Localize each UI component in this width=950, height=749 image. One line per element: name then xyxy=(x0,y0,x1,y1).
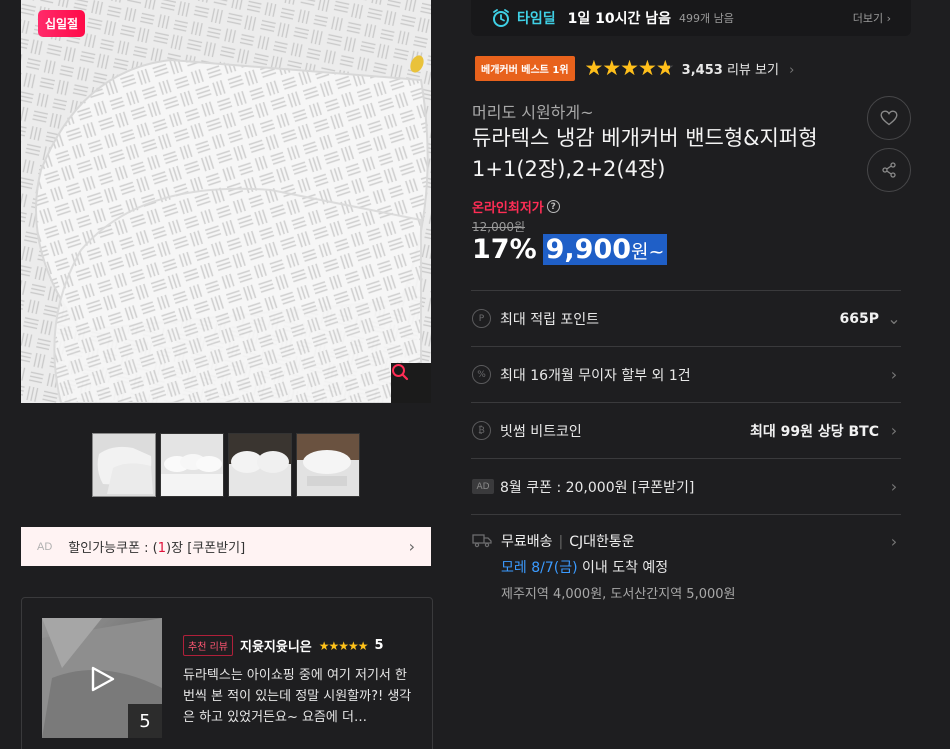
review-link[interactable]: 3,453 리뷰 보기 › xyxy=(682,59,795,78)
review-count: 3,453 xyxy=(681,63,723,78)
pillow-illustration xyxy=(21,0,431,403)
thumbnail-image xyxy=(161,434,223,496)
online-lowest-price-label: 온라인최저가 ? xyxy=(472,197,560,216)
sale-price: 9,900 xyxy=(545,234,632,265)
share-icon xyxy=(882,162,896,178)
percent-icon: % xyxy=(472,365,491,384)
thumbnail-image xyxy=(297,434,359,496)
thumbnail-4[interactable] xyxy=(296,433,360,497)
thumbnail-1[interactable] xyxy=(92,433,156,497)
review-link-label: 리뷰 보기 xyxy=(726,63,779,78)
installment-label: 최대 16개월 무이자 할부 외 1건 xyxy=(500,367,691,384)
chevron-right-icon: › xyxy=(890,477,898,496)
timedeal-more-link[interactable]: 더보기 › xyxy=(853,10,891,26)
shipping-row[interactable]: 무료배송 | CJ대한통운 모레 8/7(금) 이내 도착 예정 제주지역 4,00… xyxy=(471,514,901,604)
featured-review-card[interactable]: 5 추천 리뷰 지윳지윳니은 ★★★★★ 5 듀라텍스는 아이쇼핑 중에 여기 … xyxy=(21,597,433,749)
bitcoin-label: 빗썸 비트코인 xyxy=(500,423,582,440)
price-row: 17% 9,900 원~ xyxy=(472,234,668,265)
review-header: 추천 리뷰 지윳지윳니은 ★★★★★ 5 xyxy=(183,635,384,656)
chevron-right-icon: › xyxy=(890,532,898,551)
zoom-button[interactable] xyxy=(391,363,431,403)
price-unit: 원~ xyxy=(631,241,665,263)
alarm-clock-icon xyxy=(493,9,509,27)
truck-icon xyxy=(472,534,492,548)
sale-price-highlight: 9,900 원~ xyxy=(542,234,668,265)
thumbnail-3[interactable] xyxy=(228,433,292,497)
rating-stars: ★★★★★ ★★★★★ xyxy=(584,56,675,80)
chevron-right-icon: › xyxy=(789,63,795,78)
installment-row[interactable]: % 최대 16개월 무이자 할부 외 1건 › xyxy=(471,346,901,402)
max-points-row[interactable]: P 최대 적립 포인트 665P ⌄ xyxy=(471,290,901,346)
eleventh-day-badge: 십일절 xyxy=(38,10,85,37)
timedeal-remaining-time: 1일 10시간 남음 xyxy=(567,11,672,27)
bitcoin-row[interactable]: ₿ 빗썸 비트코인 최대 99원 상당 BTC › xyxy=(471,402,901,458)
thumbnail-image xyxy=(93,434,155,496)
shipping-details: 무료배송 | CJ대한통운 모레 8/7(금) 이내 도착 예정 제주지역 4,00… xyxy=(501,531,735,602)
benefit-info-list: P 최대 적립 포인트 665P ⌄ % 최대 16개월 무이자 할부 외 1건… xyxy=(471,290,901,604)
chevron-right-icon: › xyxy=(408,537,415,556)
timedeal-bar: 타임딜 1일 10시간 남음 499개 남음 더보기 › xyxy=(471,0,911,36)
wishlist-button[interactable] xyxy=(867,96,911,140)
thumbnail-image xyxy=(229,434,291,496)
bitcoin-icon: ₿ xyxy=(472,421,491,440)
review-score: 5 xyxy=(374,638,384,653)
coupon-text: 할인가능쿠폰 : (1)장 [쿠폰받기] xyxy=(68,541,246,556)
review-video-thumbnail[interactable]: 5 xyxy=(42,618,162,738)
recommended-review-tag: 추천 리뷰 xyxy=(183,635,233,656)
original-price: 12,000원 xyxy=(472,220,526,234)
shipping-method: 무료배송 | CJ대한통운 xyxy=(501,534,635,550)
monthly-coupon-row[interactable]: AD 8월 쿠폰 : 20,000원 [쿠폰받기] › xyxy=(471,458,901,514)
product-subtitle: 머리도 시원하게~ xyxy=(472,103,594,122)
point-icon: P xyxy=(472,309,491,328)
chevron-right-icon: › xyxy=(890,365,898,384)
review-text: 듀라텍스는 아이쇼핑 중에 여기 저기서 한번씩 본 적이 있는데 정말 시원할… xyxy=(183,668,412,725)
play-icon xyxy=(91,666,115,692)
product-title: 듀라텍스 냉감 베개커버 밴드형&지퍼형 1+1(2장),2+2(4장) xyxy=(472,126,818,181)
monthly-coupon-label: 8월 쿠폰 : 20,000원 [쿠폰받기] xyxy=(500,479,695,496)
timedeal-label: 타임딜 xyxy=(517,11,556,27)
heart-icon xyxy=(880,110,898,126)
share-button[interactable] xyxy=(867,148,911,192)
discount-rate: 17% xyxy=(472,234,537,265)
ad-label: AD xyxy=(37,540,53,553)
rank-rating-row: 베개커버 베스트 1위 ★★★★★ ★★★★★ 3,453 리뷰 보기 › xyxy=(475,56,794,81)
best-rank-badge[interactable]: 베개커버 베스트 1위 xyxy=(475,56,575,81)
ad-icon: AD xyxy=(472,479,494,494)
media-count: 5 xyxy=(128,704,162,738)
chevron-right-icon: › xyxy=(890,421,898,440)
timedeal-remaining-count: 499개 남음 xyxy=(679,12,734,25)
product-main-image[interactable]: 십일절 xyxy=(21,0,431,403)
extra-shipping-fee: 제주지역 4,000원, 도서산간지역 5,000원 xyxy=(501,587,736,602)
chevron-down-icon: ⌄ xyxy=(887,309,901,328)
bitcoin-value: 최대 99원 상당 BTC xyxy=(750,423,879,440)
thumbnail-2[interactable] xyxy=(160,433,224,497)
points-label: 최대 적립 포인트 xyxy=(500,311,600,328)
review-stars: ★★★★★ xyxy=(318,638,369,653)
reviewer-name: 지윳지윳니은 xyxy=(239,640,312,655)
points-value: 665P xyxy=(839,310,879,327)
help-icon[interactable]: ? xyxy=(546,200,560,213)
available-coupon-bar[interactable]: AD 할인가능쿠폰 : (1)장 [쿠폰받기] › xyxy=(21,527,431,566)
thumbnail-strip xyxy=(92,433,360,497)
magnifier-icon xyxy=(392,364,409,381)
arrival-estimate: 모레 8/7(금) 이내 도착 예정 xyxy=(501,560,669,576)
